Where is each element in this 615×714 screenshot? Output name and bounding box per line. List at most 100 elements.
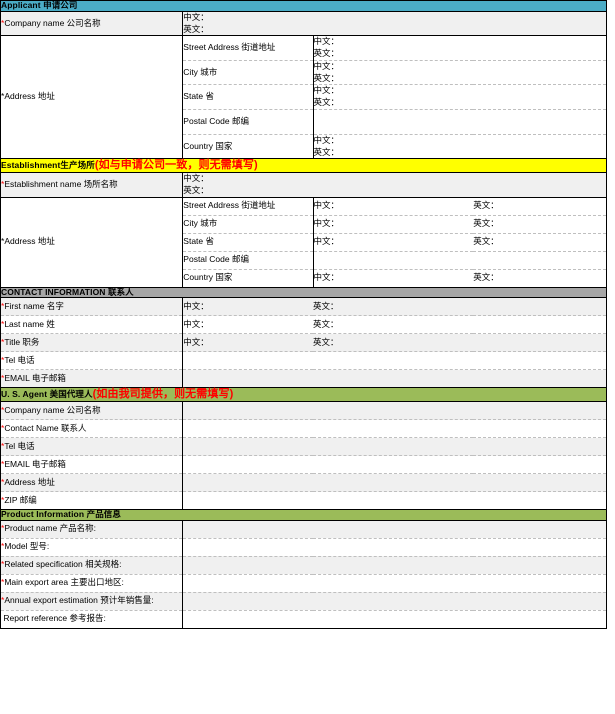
- product-main-export-area-label: *Main export area 主要出口地区:: [0, 574, 184, 593]
- contact-title-en-input[interactable]: 英文：: [313, 333, 607, 353]
- contact-header-en: CONTACT INFORMATION: [1, 286, 108, 297]
- establishment-name-row: *Establishment name 场所名称 中文： 英文：: [0, 172, 607, 198]
- contact-first-name-row: *First name 名字 中文： 英文：: [0, 297, 607, 317]
- us-agent-address-label: *Address 地址: [0, 473, 184, 492]
- applicant-country-input[interactable]: 中文： 英文：: [313, 134, 607, 160]
- section-header-applicant-row: Applicant 申请公司: [0, 0, 607, 12]
- contact-first-name-label: *First name 名字: [0, 297, 184, 317]
- applicant-header-cn: 申请公司: [43, 0, 78, 10]
- establishment-city-cn-input[interactable]: 中文：: [313, 215, 474, 234]
- applicant-address-street-row: *Address 地址 Street Address 街道地址 中文： 英文：: [0, 35, 607, 160]
- product-related-spec-label: *Related specification 相关规格:: [0, 556, 184, 575]
- form-sheet: Applicant 申请公司 *Company name 公司名称 中文： 英文…: [0, 0, 615, 714]
- product-report-reference-input[interactable]: [182, 610, 607, 629]
- contact-email-label: *EMAIL 电子邮箱: [0, 369, 184, 389]
- contact-title-row: *Title 职务 中文： 英文：: [0, 333, 607, 353]
- contact-tel-input[interactable]: [182, 351, 607, 371]
- applicant-street-sublabel: Street Address 街道地址: [182, 35, 314, 61]
- product-header-en: Product Information: [1, 509, 87, 519]
- section-header-contact: CONTACT INFORMATION 联系人: [0, 286, 607, 299]
- us-agent-header-cn: 美国代理人: [49, 389, 93, 400]
- establishment-country-sublabel: Country 国家: [182, 269, 314, 288]
- contact-email-row: *EMAIL 电子邮箱: [0, 369, 607, 389]
- us-agent-header-en: U. S. Agent: [1, 389, 50, 400]
- applicant-city-en[interactable]: 英文：: [314, 73, 607, 85]
- product-related-spec-input[interactable]: [182, 556, 607, 575]
- us-agent-email-input[interactable]: [182, 455, 607, 474]
- establishment-street-sublabel: Street Address 街道地址: [182, 197, 314, 216]
- product-header-cn: 产品信息: [86, 509, 121, 519]
- establishment-street-cn-input[interactable]: 中文：: [313, 197, 474, 216]
- us-agent-contact-name-input[interactable]: [182, 419, 607, 438]
- section-header-us-agent: U. S. Agent 美国代理人(如由我司提供，则无需填写): [0, 387, 607, 402]
- establishment-state-en-input[interactable]: 英文：: [473, 233, 607, 252]
- registration-form-table: Applicant 申请公司 *Company name 公司名称 中文： 英文…: [0, 0, 607, 629]
- us-agent-contact-name-label: *Contact Name 联系人: [0, 419, 184, 438]
- establishment-header-note: (如与申请公司一致，则无需填写): [94, 159, 258, 172]
- establishment-postal-en-input[interactable]: [473, 251, 607, 270]
- contact-first-name-en-input[interactable]: 英文：: [313, 297, 607, 317]
- contact-last-name-en-input[interactable]: 英文：: [313, 315, 607, 335]
- section-header-applicant: Applicant 申请公司: [0, 0, 607, 12]
- product-related-spec-row: *Related specification 相关规格:: [0, 556, 607, 575]
- applicant-state-input[interactable]: 中文： 英文：: [313, 84, 607, 110]
- establishment-city-sublabel: City 城市: [182, 215, 314, 234]
- product-model-row: *Model 型号:: [0, 538, 607, 557]
- section-header-contact-row: CONTACT INFORMATION 联系人: [0, 286, 607, 299]
- product-model-input[interactable]: [182, 538, 607, 557]
- establishment-city-en-input[interactable]: 英文：: [473, 215, 607, 234]
- product-model-label: *Model 型号:: [0, 538, 184, 557]
- contact-tel-row: *Tel 电话: [0, 351, 607, 371]
- establishment-address-label: *Address 地址: [0, 197, 184, 288]
- product-annual-export-input[interactable]: [182, 592, 607, 611]
- applicant-company-name-input[interactable]: 中文： 英文：: [182, 11, 607, 37]
- contact-tel-label: *Tel 电话: [0, 351, 184, 371]
- applicant-city-sublabel: City 城市: [182, 60, 314, 86]
- applicant-country-cn[interactable]: 中文：: [314, 135, 607, 147]
- us-agent-company-name-label: *Company name 公司名称: [0, 401, 184, 420]
- applicant-city-input[interactable]: 中文： 英文：: [313, 60, 607, 86]
- establishment-name-en[interactable]: 英文：: [183, 185, 606, 197]
- product-main-export-area-input[interactable]: [182, 574, 607, 593]
- establishment-header-en: Establishment: [1, 160, 61, 171]
- product-main-export-area-row: *Main export area 主要出口地区:: [0, 574, 607, 593]
- applicant-street-cn[interactable]: 中文：: [314, 36, 607, 48]
- product-name-row: *Product name 产品名称:: [0, 520, 607, 539]
- us-agent-email-row: *EMAIL 电子邮箱: [0, 455, 607, 474]
- establishment-country-cn-input[interactable]: 中文：: [313, 269, 474, 288]
- establishment-header-cn: 生产场所: [60, 160, 95, 171]
- applicant-city-cn[interactable]: 中文：: [314, 61, 607, 73]
- us-agent-company-name-input[interactable]: [182, 401, 607, 420]
- establishment-name-input[interactable]: 中文： 英文：: [182, 172, 607, 198]
- applicant-postal-input[interactable]: [313, 109, 607, 135]
- us-agent-zip-input[interactable]: [182, 491, 607, 510]
- establishment-postal-cn-input[interactable]: [313, 251, 474, 270]
- applicant-street-input[interactable]: 中文： 英文：: [313, 35, 607, 61]
- section-header-establishment: Establishment生产场所(如与申请公司一致，则无需填写): [0, 158, 607, 174]
- contact-last-name-cn-input[interactable]: 中文：: [182, 315, 313, 335]
- establishment-country-en-input[interactable]: 英文：: [473, 269, 607, 288]
- section-header-establishment-row: Establishment生产场所(如与申请公司一致，则无需填写): [0, 158, 607, 174]
- product-report-reference-label: Report reference 参考报告:: [0, 610, 184, 629]
- establishment-state-cn-input[interactable]: 中文：: [313, 233, 474, 252]
- applicant-street-en[interactable]: 英文：: [314, 48, 607, 60]
- applicant-postal-sublabel: Postal Code 邮编: [182, 109, 314, 135]
- establishment-street-en-input[interactable]: 英文：: [473, 197, 607, 216]
- us-agent-tel-row: *Tel 电话: [0, 437, 607, 456]
- us-agent-tel-input[interactable]: [182, 437, 607, 456]
- us-agent-zip-label: *ZIP 邮编: [0, 491, 184, 510]
- establishment-name-cn[interactable]: 中文：: [183, 173, 606, 185]
- applicant-state-en[interactable]: 英文：: [314, 97, 607, 109]
- us-agent-address-input[interactable]: [182, 473, 607, 492]
- contact-email-input[interactable]: [182, 369, 607, 389]
- contact-first-name-cn-input[interactable]: 中文：: [182, 297, 313, 317]
- product-name-input[interactable]: [182, 520, 607, 539]
- applicant-country-en[interactable]: 英文：: [314, 147, 607, 159]
- applicant-company-name-row: *Company name 公司名称 中文： 英文：: [0, 11, 607, 37]
- us-agent-address-row: *Address 地址: [0, 473, 607, 492]
- applicant-company-name-cn[interactable]: 中文：: [183, 12, 606, 24]
- applicant-company-name-en[interactable]: 英文：: [183, 24, 606, 36]
- applicant-state-cn[interactable]: 中文：: [314, 85, 607, 97]
- contact-title-cn-input[interactable]: 中文：: [182, 333, 313, 353]
- applicant-company-name-label: *Company name 公司名称: [0, 11, 184, 37]
